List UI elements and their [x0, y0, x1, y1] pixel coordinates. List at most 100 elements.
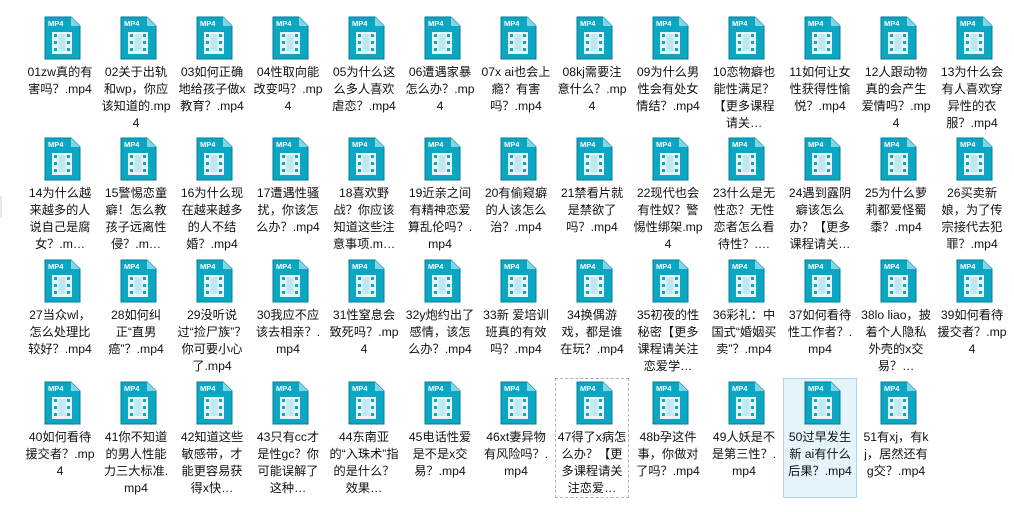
file-item[interactable]: MP4 13为什么会有人喜欢穿异性的衣服？.mp4: [935, 13, 1009, 133]
video-file-icon: MP4: [195, 16, 233, 60]
file-item[interactable]: MP4 40如何看待援交者？.mp4: [23, 378, 97, 498]
file-name-label: 35初夜的性秘密【更多课程请关注恋爱学…: [636, 308, 700, 373]
file-item[interactable]: MP4 01zw真的有害吗？.mp4: [23, 13, 97, 133]
file-name-label: 14为什么越来越多的人说自己是腐女？.m…: [28, 186, 92, 251]
file-item[interactable]: MP4 11如何让女性获得性愉悦？.mp4: [783, 13, 857, 133]
svg-text:MP4: MP4: [428, 140, 444, 149]
video-file-icon: MP4: [651, 137, 689, 181]
file-item[interactable]: MP4 06遭遇家暴怎么办？.mp4: [403, 13, 477, 133]
file-item[interactable]: MP4 03如何正确地给孩子做x教育？.mp4: [175, 13, 249, 133]
file-item[interactable]: MP4 20有偷窥癖的人该怎么治？.mp4: [479, 134, 553, 254]
file-item[interactable]: MP4 14为什么越来越多的人说自己是腐女？.m…: [23, 134, 97, 254]
file-item[interactable]: MP4 34换偶游戏，都是谁在玩？.mp4: [555, 256, 629, 376]
file-item[interactable]: MP4 35初夜的性秘密【更多课程请关注恋爱学…: [631, 256, 705, 376]
file-item[interactable]: MP4 30我应不应该去相亲？.mp4: [251, 256, 325, 376]
svg-text:MP4: MP4: [276, 262, 292, 271]
video-file-icon: MP4: [879, 137, 917, 181]
video-file-icon: MP4: [575, 16, 613, 60]
svg-text:MP4: MP4: [48, 384, 64, 393]
file-item[interactable]: MP4 19近亲之间有精神恋爱算乱伦吗？.mp4: [403, 134, 477, 254]
file-item[interactable]: MP4 25为什么萝莉都爱怪蜀黍？.mp4: [859, 134, 933, 254]
file-item[interactable]: MP4 28如何纠正“直男癌”？.mp4: [99, 256, 173, 376]
video-file-icon: MP4: [43, 137, 81, 181]
svg-text:MP4: MP4: [656, 262, 672, 271]
video-file-icon: MP4: [347, 137, 385, 181]
file-item[interactable]: MP4 33新 爱培训班真的有效吗？.mp4: [479, 256, 553, 376]
file-item[interactable]: MP4 21禁看片就是禁欲了吗？.mp4: [555, 134, 629, 254]
file-item[interactable]: MP4 39如何看待援交者？.mp4: [935, 256, 1009, 376]
file-item[interactable]: MP4 07x ai也会上瘾？有害吗？.mp4: [479, 13, 553, 133]
file-item[interactable]: MP4 31性窒息会致死吗？.mp4: [327, 256, 401, 376]
file-item[interactable]: MP4 44东南亚的“入珠术”指的是什么？效果…: [327, 378, 401, 498]
video-file-icon: MP4: [119, 137, 157, 181]
video-file-icon: MP4: [423, 381, 461, 425]
file-item[interactable]: MP4 10恋物癖也能性满足？【更多课程请关…: [707, 13, 781, 133]
file-name-label: 21禁看片就是禁欲了吗？.mp4: [560, 186, 624, 234]
file-name-label: 32y炮约出了感情，该怎么办？.mp4: [405, 308, 475, 356]
file-item[interactable]: MP4 41你不知道的男人性能力三大标准.mp4: [99, 378, 173, 498]
file-item[interactable]: MP4 26买卖新娘，为了传宗接代去犯罪？.mp4: [935, 134, 1009, 254]
file-item[interactable]: MP4 04性取向能改变吗？.mp4: [251, 13, 325, 133]
file-name-label: 47得了x病怎么办？【更多课程请关注恋爱…: [557, 430, 627, 495]
svg-text:MP4: MP4: [124, 19, 140, 28]
svg-text:MP4: MP4: [960, 140, 976, 149]
file-item[interactable]: MP4 09为什么男性会有处女情结？.mp4: [631, 13, 705, 133]
file-name-label: 46xt妻异物有风险吗？.mp4: [483, 430, 549, 478]
svg-text:MP4: MP4: [732, 140, 748, 149]
file-item[interactable]: MP4 50过早发生新 ai有什么后果？.mp4: [783, 378, 857, 498]
file-item[interactable]: MP4 45电话性爱是不是x交易？.mp4: [403, 378, 477, 498]
file-name-label: 02关于出轨和wp，你应该知道的.mp4: [101, 65, 171, 130]
file-name-label: 33新 爱培训班真的有效吗？.mp4: [483, 308, 549, 356]
svg-text:MP4: MP4: [504, 384, 520, 393]
video-file-icon: MP4: [879, 381, 917, 425]
video-file-icon: MP4: [423, 137, 461, 181]
video-file-icon: MP4: [803, 259, 841, 303]
file-item[interactable]: MP4 48b孕这件事，你做对了吗？.mp4: [631, 378, 705, 498]
file-item[interactable]: MP4 37如何看待性工作者？.mp4: [783, 256, 857, 376]
file-item[interactable]: MP4 12人跟动物真的会产生爱情吗？.mp4: [859, 13, 933, 133]
video-file-icon: MP4: [803, 16, 841, 60]
file-name-label: 08kj需要注意什么？.mp4: [557, 65, 627, 113]
file-item[interactable]: MP4 43只有cc才是性gc？你可能误解了这种…: [251, 378, 325, 498]
video-file-icon: MP4: [803, 381, 841, 425]
file-item[interactable]: MP4 18喜欢野战？你应该知道这些注意事项.m…: [327, 134, 401, 254]
file-item[interactable]: MP4 08kj需要注意什么？.mp4: [555, 13, 629, 133]
file-item[interactable]: MP4 17遭遇性骚扰，你该怎么办？.mp4: [251, 134, 325, 254]
file-item[interactable]: MP4 32y炮约出了感情，该怎么办？.mp4: [403, 256, 477, 376]
video-file-icon: MP4: [43, 259, 81, 303]
file-name-label: 40如何看待援交者？.mp4: [25, 430, 95, 478]
file-item[interactable]: MP4 22现代也会有性奴？警惕性绑架.mp4: [631, 134, 705, 254]
file-name-label: 51有xj，有kj，居然还有g交？.mp4: [863, 430, 929, 478]
file-item[interactable]: MP4 29没听说过“捡尸族”？你可要小心了.mp4: [175, 256, 249, 376]
file-item[interactable]: MP4 02关于出轨和wp，你应该知道的.mp4: [99, 13, 173, 133]
file-name-label: 16为什么现在越来越多的人不结婚？.mp4: [180, 186, 244, 251]
file-item[interactable]: MP4 49人妖是不是第三性？.mp4: [707, 378, 781, 498]
file-name-label: 15警惕恋童癖！怎么教孩子远离性侵？.m…: [104, 186, 168, 251]
file-name-label: 43只有cc才是性gc？你可能误解了这种…: [256, 430, 320, 495]
file-item[interactable]: MP4 42知道这些敏感带，才能更容易获得x快…: [175, 378, 249, 498]
pane-edge-handle: [0, 196, 2, 218]
video-file-icon: MP4: [727, 137, 765, 181]
file-name-label: 26买卖新娘，为了传宗接代去犯罪？.mp4: [941, 186, 1003, 251]
file-item[interactable]: MP4 16为什么现在越来越多的人不结婚？.mp4: [175, 134, 249, 254]
file-item[interactable]: MP4 47得了x病怎么办？【更多课程请关注恋爱…: [555, 378, 629, 498]
file-name-label: 10恋物癖也能性满足？【更多课程请关…: [712, 65, 776, 130]
video-file-icon: MP4: [499, 259, 537, 303]
file-item[interactable]: MP4 23什么是无性恋？无性恋者怎么看待性？.…: [707, 134, 781, 254]
file-item[interactable]: MP4 36彩礼：中国式“婚姻买卖”？.mp4: [707, 256, 781, 376]
file-name-label: 09为什么男性会有处女情结？.mp4: [636, 65, 700, 113]
file-item[interactable]: MP4 15警惕恋童癖！怎么教孩子远离性侵？.m…: [99, 134, 173, 254]
video-file-icon: MP4: [119, 381, 157, 425]
file-name-label: 03如何正确地给孩子做x教育？.mp4: [178, 65, 246, 113]
svg-text:MP4: MP4: [580, 140, 596, 149]
file-name-label: 28如何纠正“直男癌”？.mp4: [108, 308, 164, 356]
file-item[interactable]: MP4 38lo liao，披着个人隐私外壳的x交易？…: [859, 256, 933, 376]
file-item[interactable]: MP4 46xt妻异物有风险吗？.mp4: [479, 378, 553, 498]
file-item[interactable]: MP4 27当众wl，怎么处理比较好？.mp4: [23, 256, 97, 376]
svg-text:MP4: MP4: [580, 384, 596, 393]
file-name-label: 25为什么萝莉都爱怪蜀黍？.mp4: [864, 186, 928, 234]
video-file-icon: MP4: [423, 259, 461, 303]
file-item[interactable]: MP4 24遇到露阴癖该怎么办？【更多课程请关…: [783, 134, 857, 254]
file-item[interactable]: MP4 51有xj，有kj，居然还有g交？.mp4: [859, 378, 933, 498]
file-item[interactable]: MP4 05为什么这么多人喜欢虐恋？.mp4: [327, 13, 401, 133]
